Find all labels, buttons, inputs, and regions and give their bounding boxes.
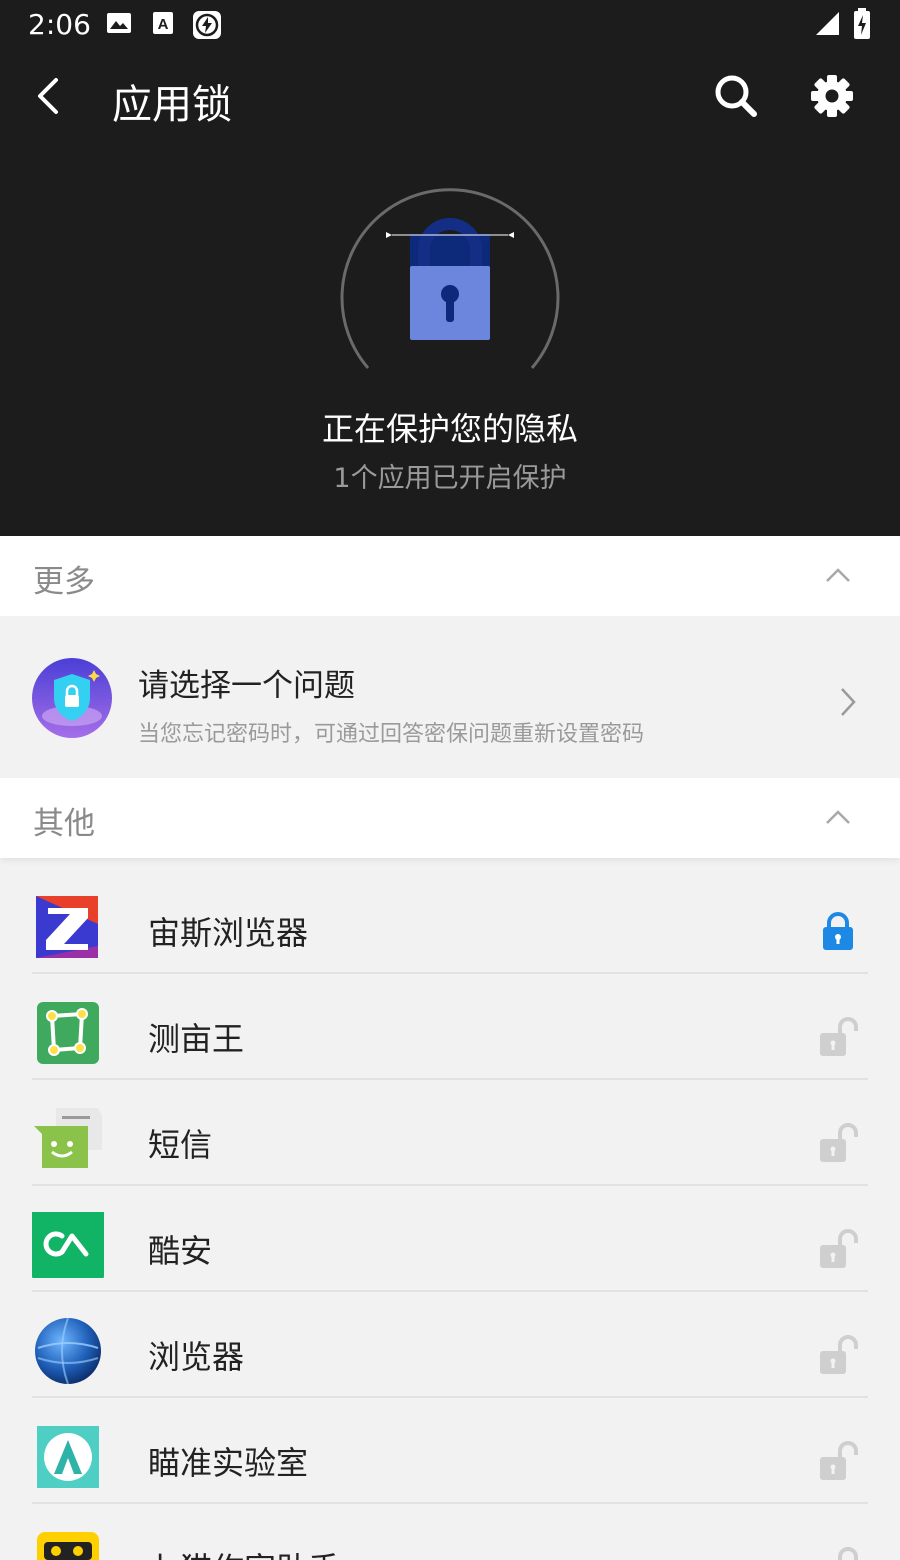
app-name: 酷安 — [148, 1232, 213, 1270]
app-row[interactable]: 酷安 — [0, 1186, 900, 1292]
app-row[interactable]: 短信 — [0, 1080, 900, 1186]
section-label: 更多 — [33, 564, 95, 600]
page-title: 应用锁 — [112, 82, 232, 128]
app-name: 瞄准实验室 — [148, 1444, 309, 1482]
back-arrow-icon[interactable] — [22, 68, 78, 124]
flash-icon — [193, 11, 221, 39]
section-header-more[interactable]: 更多 — [0, 536, 900, 616]
security-question-item[interactable]: 请选择一个问题 当您忘记密码时，可通过回答密保问题重新设置密码 — [0, 616, 900, 778]
shield-lock-icon — [32, 658, 112, 738]
app-name: 七猫作家助手 — [148, 1544, 340, 1560]
app-name: 短信 — [148, 1126, 213, 1164]
app-row[interactable]: 瞄准实验室 — [0, 1398, 900, 1504]
app-row[interactable]: 浏览器 — [0, 1292, 900, 1398]
status-bar: 2:06 A — [0, 0, 900, 50]
svg-text:A: A — [158, 16, 169, 33]
gear-icon[interactable] — [804, 68, 860, 124]
battery-charging-icon — [854, 8, 870, 39]
lock-open-icon[interactable] — [818, 1546, 858, 1560]
font-a-icon: A — [153, 12, 173, 34]
protection-status-subtitle: 1个应用已开启保护 — [333, 463, 567, 494]
aim-lab-icon — [37, 1426, 99, 1488]
qimao-writer-icon — [37, 1532, 99, 1560]
messaging-icon — [34, 1108, 102, 1168]
protection-status-title: 正在保护您的隐私 — [321, 410, 578, 448]
app-row[interactable]: 宙斯浏览器 — [0, 868, 900, 974]
cemuwang-icon — [37, 1002, 99, 1064]
lock-open-icon[interactable] — [818, 1334, 858, 1376]
chevron-up-icon — [826, 568, 850, 582]
app-row[interactable]: 测亩王 — [0, 974, 900, 1080]
chevron-up-icon — [826, 810, 850, 824]
section-header-other[interactable]: 其他 — [0, 778, 900, 858]
app-row[interactable]: 七猫作家助手 — [0, 1504, 900, 1560]
lock-open-icon[interactable] — [818, 1016, 858, 1058]
zeus-browser-icon — [36, 896, 98, 958]
signal-icon — [816, 12, 839, 35]
lock-open-icon[interactable] — [818, 1440, 858, 1482]
protection-lock-illustration — [340, 188, 560, 369]
app-name: 宙斯浏览器 — [148, 914, 309, 952]
app-name: 测亩王 — [148, 1020, 245, 1058]
image-icon — [107, 13, 131, 33]
lock-closed-icon[interactable] — [818, 910, 858, 952]
chevron-right-icon — [841, 688, 856, 716]
lock-open-icon[interactable] — [818, 1122, 858, 1164]
security-question-description: 当您忘记密码时，可通过回答密保问题重新设置密码 — [138, 722, 645, 747]
section-label: 其他 — [33, 806, 95, 842]
coolapk-icon — [32, 1212, 104, 1278]
security-question-title: 请选择一个问题 — [138, 668, 355, 704]
app-toolbar: 应用锁 — [0, 50, 900, 145]
browser-globe-icon — [35, 1318, 101, 1384]
search-icon[interactable] — [708, 68, 764, 124]
app-name: 浏览器 — [148, 1338, 245, 1376]
lock-open-icon[interactable] — [818, 1228, 858, 1270]
status-time: 2:06 — [28, 8, 91, 41]
